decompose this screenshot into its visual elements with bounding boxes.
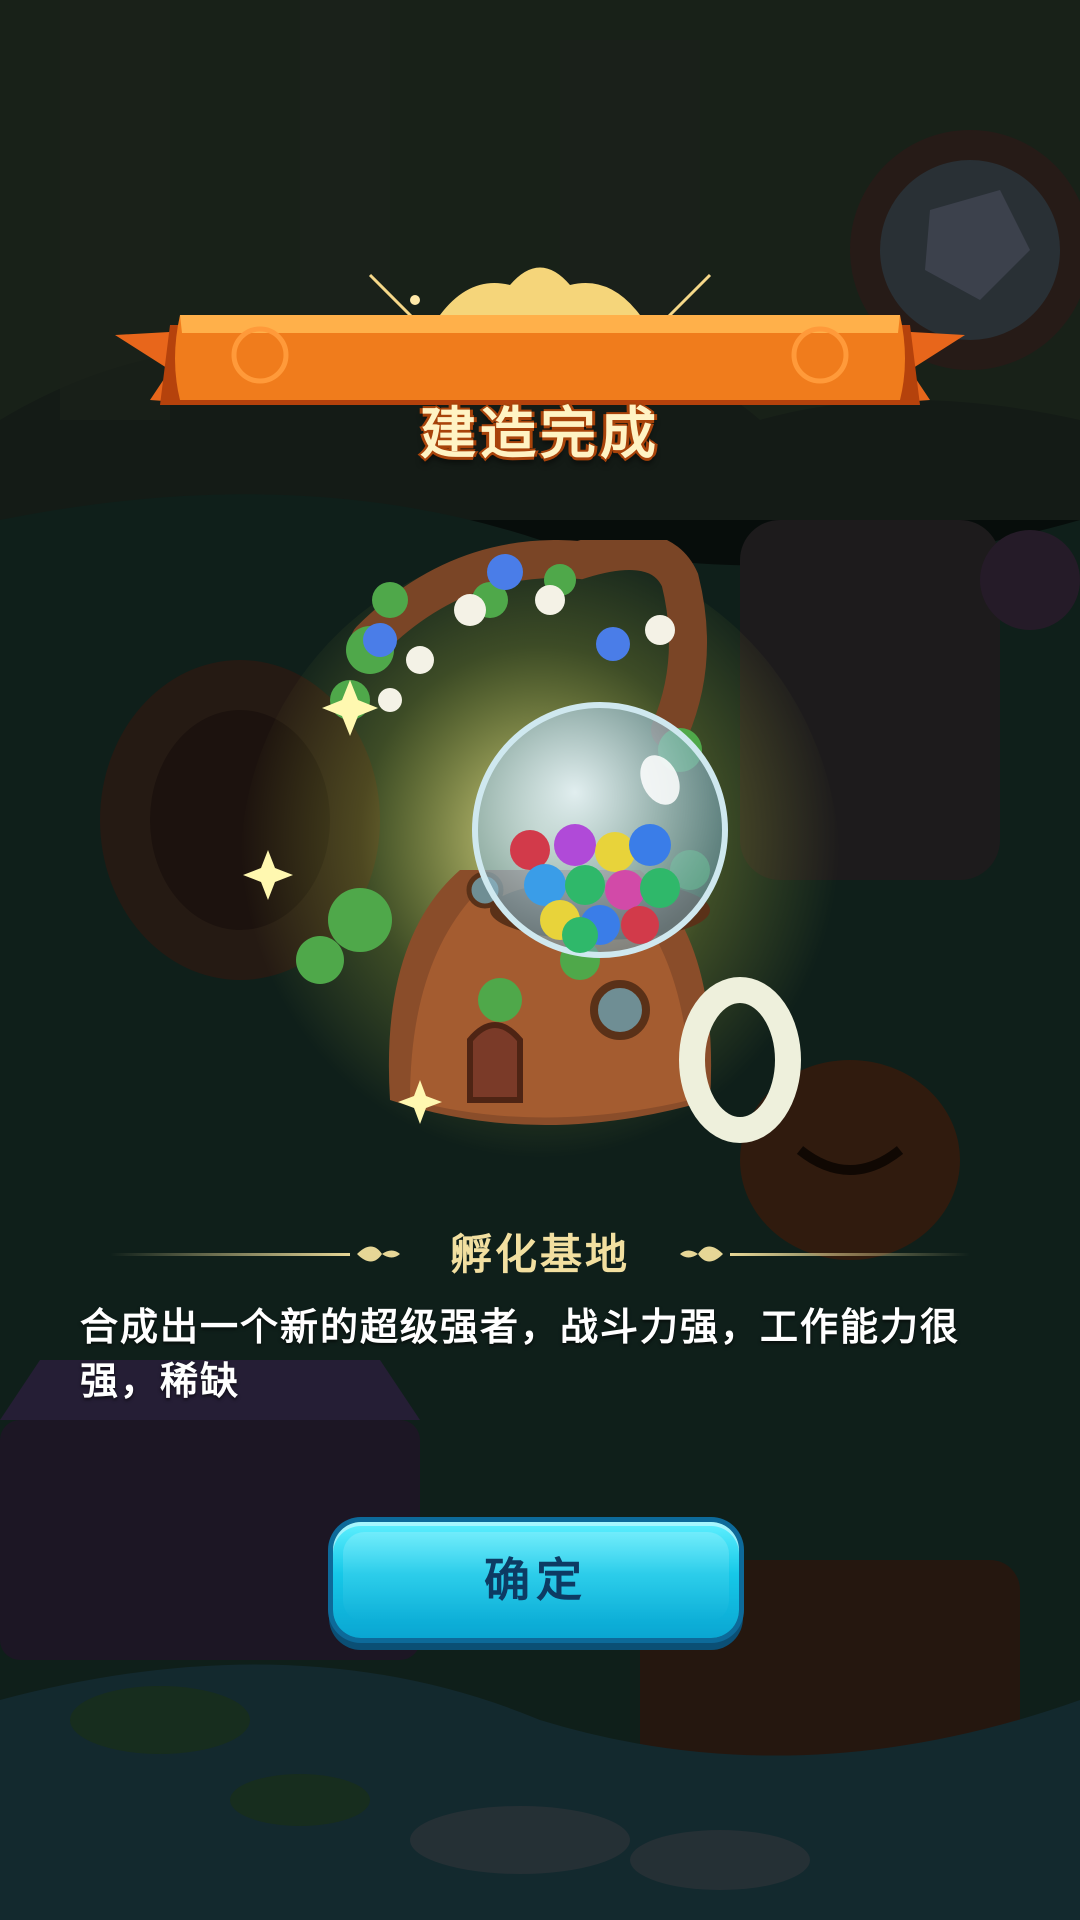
building-description: 合成出一个新的超级强者，战斗力强，工作能力很强，稀缺 bbox=[80, 1305, 961, 1403]
incubation-base-illustration bbox=[240, 540, 840, 1190]
ribbon-banner bbox=[115, 315, 965, 405]
bubble-globe-icon bbox=[472, 702, 728, 958]
banner-title: 建造完成 bbox=[420, 402, 660, 467]
building-name: 孵化基地 bbox=[449, 1230, 630, 1279]
confirm-button-label: 确定 bbox=[484, 1553, 588, 1607]
confirm-button[interactable]: 确定 bbox=[333, 1522, 739, 1638]
game-screen: 建造完成 孵化基地 合成出一个新的超级强者，战斗力强，工作能力很强，稀缺 确定 bbox=[0, 0, 1080, 1920]
completion-banner bbox=[115, 267, 965, 405]
building-name-row: 孵化基地 bbox=[0, 1225, 1080, 1285]
